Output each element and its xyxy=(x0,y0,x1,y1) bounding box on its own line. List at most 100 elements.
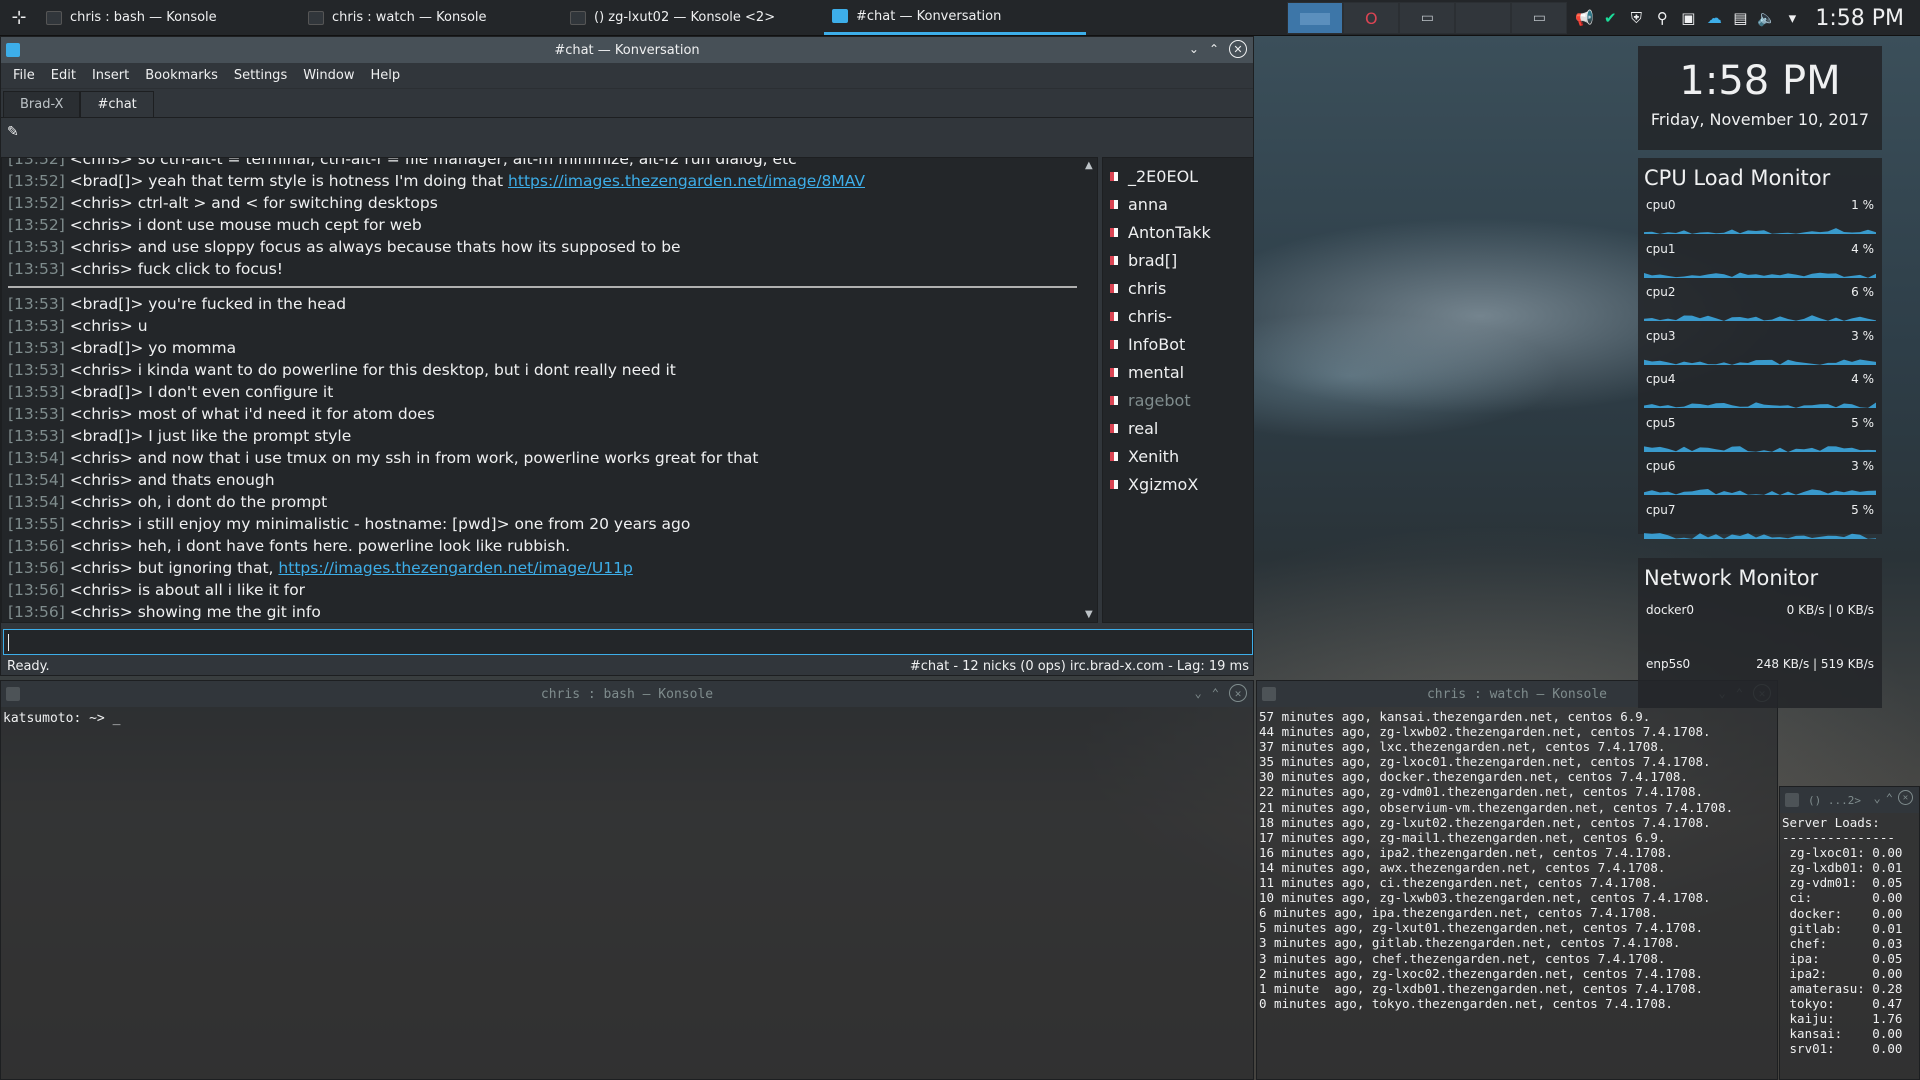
message-input[interactable] xyxy=(3,629,1253,655)
task-konversation[interactable]: #chat — Konversation xyxy=(824,1,1086,35)
nick-name: anna xyxy=(1128,194,1168,214)
cloud-icon[interactable]: ☁ xyxy=(1705,9,1723,27)
updates-ok-icon[interactable]: ✔ xyxy=(1601,9,1619,27)
nick-item[interactable]: chris xyxy=(1103,274,1253,302)
nick-item[interactable]: Xenith xyxy=(1103,442,1253,470)
menu-window[interactable]: Window xyxy=(295,68,362,83)
chat-message: [13:52] <brad[]> yeah that term style is… xyxy=(2,170,1097,192)
terminal-line: Server Loads: xyxy=(1782,815,1880,830)
notifications-icon[interactable]: 📢 xyxy=(1575,9,1594,27)
chat-message: [13:55] <chris> i still enjoy my minimal… xyxy=(2,513,1097,535)
close-icon[interactable]: ✕ xyxy=(1898,790,1913,805)
chevron-down-icon[interactable]: ▼ xyxy=(1085,609,1093,620)
desktop-pager: O ▭ ▭ xyxy=(1287,2,1568,34)
message-timestamp: [13:53] xyxy=(8,260,65,278)
chat-message: [13:53] <brad[]> I just like the prompt … xyxy=(2,425,1097,447)
konversation-app-icon[interactable] xyxy=(6,43,20,57)
terminal-line: 22 minutes ago, zg-vdm01.thezengarden.ne… xyxy=(1259,784,1704,800)
nick-item[interactable]: AntonTakk xyxy=(1103,218,1253,246)
nick-item[interactable]: mental xyxy=(1103,358,1253,386)
clock-date: Friday, November 10, 2017 xyxy=(1650,110,1870,129)
message-text: <brad[]> yo momma xyxy=(64,339,237,357)
nick-item[interactable]: brad[] xyxy=(1103,246,1253,274)
message-timestamp: [13:53] xyxy=(8,317,65,335)
chat-log[interactable]: [13:52] <chris> so ctrl-alt-t = terminal… xyxy=(1,157,1098,623)
task-konsole-zg-lxut02[interactable]: () zg-lxut02 — Konsole <2> xyxy=(562,1,824,35)
konversation-titlebar[interactable]: #chat — Konversation ⌄ ⌃ ✕ xyxy=(1,37,1253,63)
konsole-app-icon[interactable] xyxy=(6,687,20,701)
tab-brad-x[interactable]: Brad-X xyxy=(3,91,81,117)
menu-settings[interactable]: Settings xyxy=(226,68,295,83)
chat-message: [13:56] <chris> showing me the git info xyxy=(2,601,1097,622)
chat-scrollbar[interactable]: ▲ ▼ xyxy=(1083,158,1097,622)
terminal-screen[interactable]: katsumoto: ~> _ xyxy=(1,707,1253,730)
nick-item[interactable]: XgizmoX xyxy=(1103,470,1253,498)
menu-help[interactable]: Help xyxy=(362,68,408,83)
clock-time: 1:58 PM xyxy=(1679,58,1841,104)
terminal-line: 57 minutes ago, kansai.thezengarden.net,… xyxy=(1259,709,1651,724)
digital-clock-widget[interactable]: 1:58 PM Friday, November 10, 2017 xyxy=(1638,46,1882,150)
chevron-down-icon[interactable]: ▾ xyxy=(1783,9,1801,27)
konsole-bash-titlebar[interactable]: chris : bash — Konsole ⌄ ⌃ ✕ xyxy=(1,681,1253,707)
nick-item[interactable]: real xyxy=(1103,414,1253,442)
pager-desktop-5[interactable]: ▭ xyxy=(1511,2,1568,34)
application-launcher-icon[interactable]: ⊹ xyxy=(0,0,38,36)
nick-item[interactable]: chris- xyxy=(1103,302,1253,330)
menu-insert[interactable]: Insert xyxy=(84,68,137,83)
terminal-screen[interactable]: Server Loads: --------------- zg-lxoc01: … xyxy=(1780,813,1919,1057)
message-timestamp: [13:53] xyxy=(8,295,65,313)
chevron-down-icon[interactable]: ⌄ xyxy=(1189,42,1199,56)
tab-chat[interactable]: #chat xyxy=(80,91,154,117)
interface-rate: 0 KB/s | 0 KB/s xyxy=(1786,603,1874,617)
task-konsole-watch[interactable]: chris : watch — Konsole xyxy=(300,1,562,35)
cpu-name: cpu0 xyxy=(1646,198,1676,212)
cpu-name: cpu2 xyxy=(1646,285,1676,299)
konsole-app-icon[interactable] xyxy=(1785,793,1799,807)
konsole-loads-titlebar[interactable]: () ...2> ⌄ ⌃ ✕ xyxy=(1780,787,1919,813)
task-konsole-bash[interactable]: chris : bash — Konsole xyxy=(38,1,300,35)
network-icon[interactable]: ⚲ xyxy=(1653,9,1671,27)
close-icon[interactable]: ✕ xyxy=(1229,40,1247,58)
message-text: <chris> and use sloppy focus as always b… xyxy=(64,238,681,256)
volume-icon[interactable]: 🔈 xyxy=(1757,9,1776,27)
message-timestamp: [13:53] xyxy=(8,361,65,379)
cpu-sparkline xyxy=(1644,445,1876,452)
cpu-load-monitor-widget[interactable]: CPU Load Monitor cpu0 1 % cpu1 4 % cpu2 6 % cp… xyxy=(1638,158,1882,539)
pager-desktop-2[interactable]: O xyxy=(1343,2,1400,34)
chat-message: [13:53] <chris> and use sloppy focus as … xyxy=(2,236,1097,258)
message-link[interactable]: https://images.thezengarden.net/image/8M… xyxy=(508,172,865,190)
menu-bookmarks[interactable]: Bookmarks xyxy=(137,68,226,83)
konsole-watch-window: chris : watch — Konsole ⌄ ⌃ ✕ 57 minutes… xyxy=(1256,680,1778,1080)
maximize-icon[interactable]: ⌃ xyxy=(1212,686,1219,700)
menu-file[interactable]: File xyxy=(5,68,43,83)
chevron-up-icon[interactable]: ▲ xyxy=(1085,160,1093,171)
clipboard-icon[interactable]: ▤ xyxy=(1731,9,1749,27)
maximize-icon[interactable]: ⌃ xyxy=(1886,791,1893,805)
konsole-app-icon[interactable] xyxy=(1262,687,1276,701)
nick-item[interactable]: anna xyxy=(1103,190,1253,218)
nick-item[interactable]: ragebot xyxy=(1103,386,1253,414)
cpu-row: cpu5 5 % xyxy=(1644,416,1876,460)
message-link[interactable]: https://images.thezengarden.net/image/U1… xyxy=(278,559,632,577)
pager-desktop-3[interactable]: ▭ xyxy=(1399,2,1456,34)
taskbar-clock[interactable]: 1:58 PM xyxy=(1815,6,1904,31)
cpu-value: 3 % xyxy=(1851,459,1874,473)
network-monitor-widget[interactable]: Network Monitor docker0 0 KB/s | 0 KB/s en… xyxy=(1638,558,1882,708)
menu-edit[interactable]: Edit xyxy=(43,68,84,83)
chat-message: [13:56] <chris> heh, i dont have fonts h… xyxy=(2,535,1097,557)
chevron-down-icon[interactable]: ⌄ xyxy=(1874,791,1881,805)
message-text: <chris> i kinda want to do powerline for… xyxy=(64,361,676,379)
display-icon[interactable]: ▣ xyxy=(1679,9,1697,27)
user-status-icon xyxy=(1110,367,1118,377)
maximize-icon[interactable]: ⌃ xyxy=(1209,42,1219,56)
edit-topic-icon[interactable]: ✎ xyxy=(7,124,19,140)
terminal-line: 21 minutes ago, observium-vm.thezengarde… xyxy=(1259,799,1734,815)
nick-item[interactable]: _2E0EOL xyxy=(1103,162,1253,190)
shield-icon[interactable]: ⛨ xyxy=(1627,9,1645,27)
terminal-screen[interactable]: 57 minutes ago, kansai.thezengarden.net,… xyxy=(1257,707,1777,1013)
chevron-down-icon[interactable]: ⌄ xyxy=(1195,686,1202,700)
nick-item[interactable]: InfoBot xyxy=(1103,330,1253,358)
pager-desktop-1[interactable] xyxy=(1287,2,1344,34)
pager-desktop-4[interactable] xyxy=(1455,2,1512,34)
close-icon[interactable]: ✕ xyxy=(1229,684,1247,702)
